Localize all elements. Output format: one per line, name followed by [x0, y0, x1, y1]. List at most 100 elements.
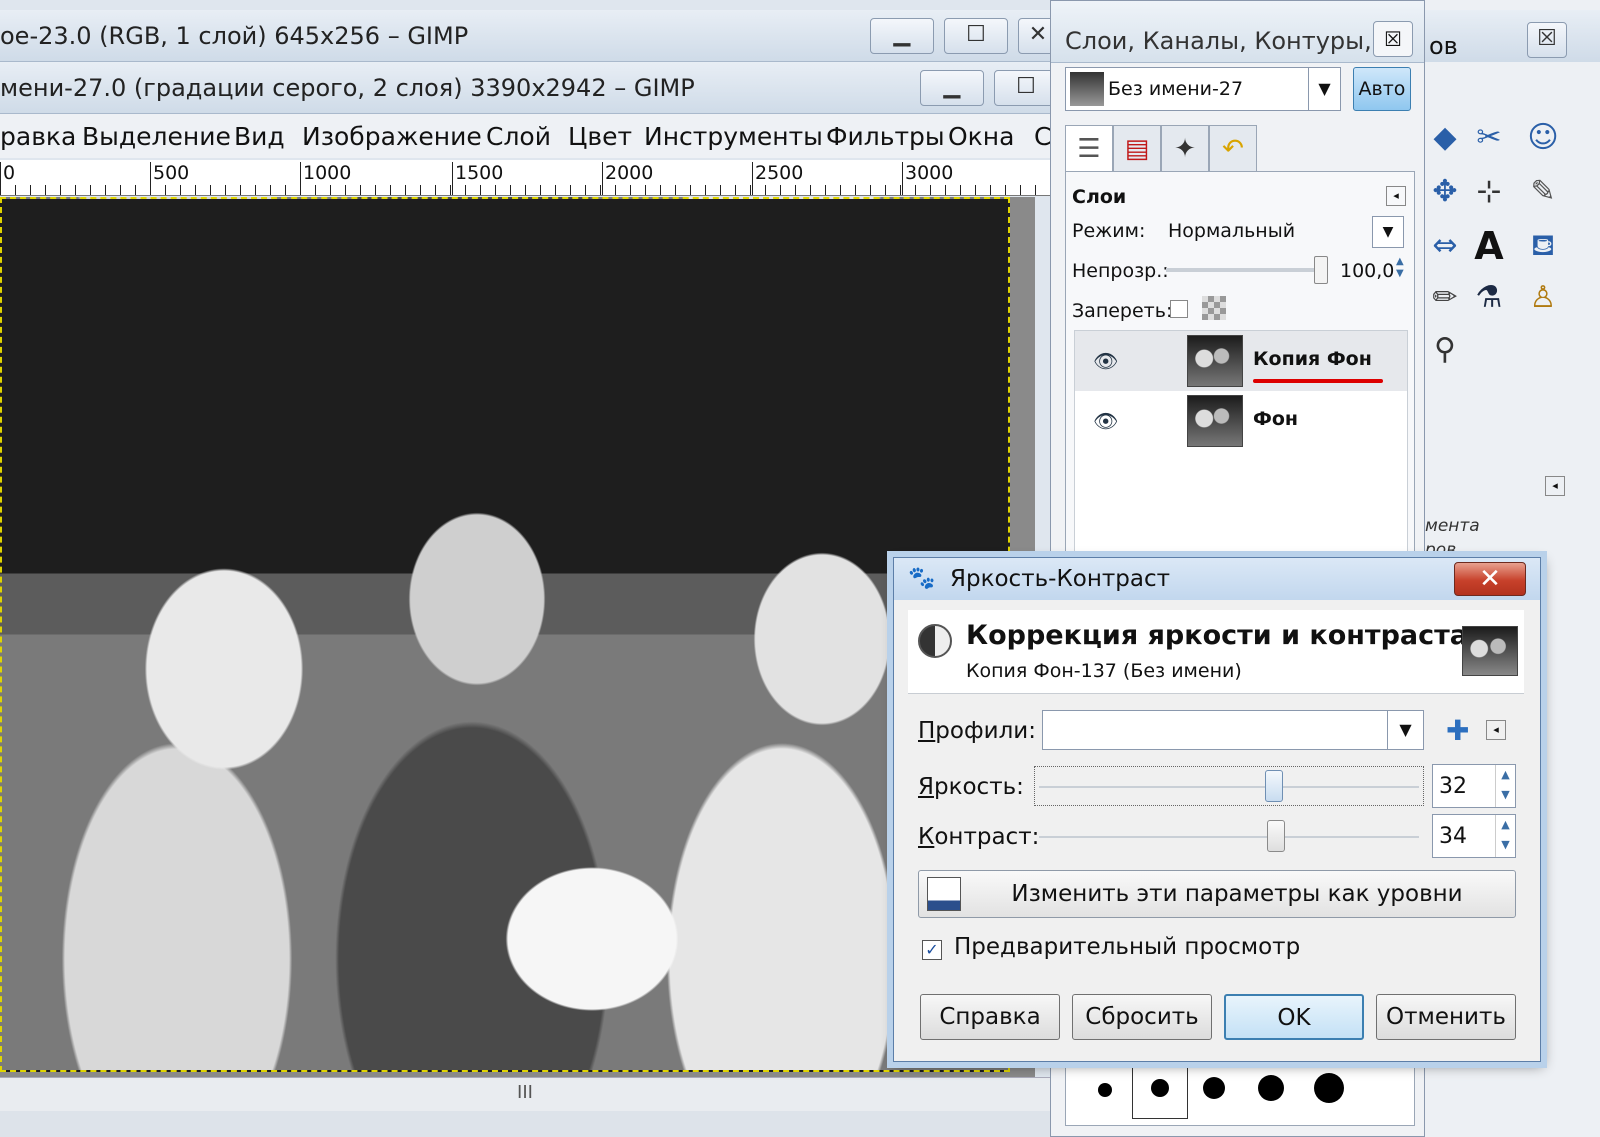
eye-icon[interactable]: 👁 — [1093, 409, 1118, 433]
spin-arrows[interactable]: ▲ ▼ — [1495, 765, 1515, 807]
flip-icon[interactable]: ⇔ — [1425, 226, 1465, 266]
toolbox-options-menu-arrow[interactable]: ◂ — [1545, 476, 1565, 496]
toolbox-close-button[interactable]: ☒ — [1527, 22, 1567, 58]
pencil-icon[interactable]: ✏ — [1425, 278, 1465, 318]
main-maximize-button[interactable]: ☐ — [994, 70, 1055, 106]
auto-button[interactable]: Авто — [1353, 67, 1411, 111]
chevron-down-icon[interactable]: ▼ — [1387, 711, 1423, 749]
brush-dot[interactable] — [1151, 1079, 1169, 1097]
opacity-value[interactable]: 100,0 — [1340, 260, 1394, 282]
menu-windows[interactable]: Окна — [948, 122, 1014, 151]
crop-icon[interactable]: ✎ — [1523, 172, 1563, 212]
lock-pixels-checkbox[interactable] — [1170, 300, 1188, 318]
opacity-slider[interactable] — [1166, 268, 1324, 272]
scroll-grip[interactable]: III — [517, 1082, 533, 1103]
move-icon[interactable]: ✥ — [1425, 172, 1465, 212]
preview-label[interactable]: Предварительный просмотр — [954, 934, 1300, 960]
ink-icon[interactable]: ⚗ — [1469, 278, 1509, 318]
clone-stamp-icon[interactable]: ♙ — [1523, 278, 1563, 318]
dock-close-button[interactable]: ☒ — [1373, 21, 1413, 57]
opacity-label: Непрозр.: — [1072, 260, 1169, 282]
menu-image[interactable]: Изображение — [302, 122, 482, 151]
add-profile-icon[interactable]: ✚ — [1446, 714, 1469, 747]
menu-view[interactable]: Вид — [234, 122, 285, 151]
main-minimize-button[interactable]: ▁ — [920, 70, 984, 106]
contrast-label: Контраст: — [918, 824, 1040, 850]
layer-name: Фон — [1253, 408, 1299, 430]
tab-undo[interactable]: ↶ — [1209, 125, 1257, 173]
cancel-button[interactable]: Отменить — [1376, 994, 1516, 1040]
reset-button[interactable]: Сбросить — [1072, 994, 1212, 1040]
image-selector[interactable]: Без имени-27 ▼ — [1065, 67, 1341, 111]
tab-paths[interactable]: ✦ — [1161, 125, 1209, 173]
scissors-icon[interactable]: ✂ — [1469, 118, 1509, 158]
horizontal-ruler[interactable]: 0 500 1000 1500 2000 2500 3000 — [0, 160, 1075, 196]
spin-arrows[interactable]: ▲ ▼ — [1495, 815, 1515, 857]
ruler-label: 3000 — [902, 162, 953, 195]
red-underline-annotation — [1253, 379, 1383, 383]
dialog-close-button[interactable]: ✕ — [1454, 562, 1526, 596]
brush-dot[interactable] — [1098, 1083, 1112, 1097]
chevron-down-icon[interactable]: ▼ — [1308, 68, 1340, 110]
toolbox-title: ов — [1429, 32, 1458, 60]
layer-list: 👁 Копия Фон 👁 Фон — [1074, 330, 1408, 566]
back-window-titlebar: ое-23.0 (RGB, 1 слой) 645x256 – GIMP ▁ ☐… — [0, 10, 1055, 62]
brightness-spinbox[interactable]: 32 ▲ ▼ — [1432, 764, 1516, 808]
fuzzy-select-icon[interactable]: ◆ — [1425, 118, 1465, 158]
contrast-slider[interactable] — [1034, 816, 1424, 856]
ok-button[interactable]: OK — [1224, 994, 1364, 1040]
layer-row-copy[interactable]: 👁 Копия Фон — [1075, 331, 1407, 391]
contrast-slider-handle[interactable] — [1267, 820, 1285, 852]
foreground-select-icon[interactable]: ☺ — [1523, 118, 1563, 158]
panel-menu-arrow[interactable]: ◂ — [1386, 186, 1406, 206]
tab-channels[interactable]: ▤ — [1113, 125, 1161, 173]
mode-dropdown-arrow[interactable]: ▼ — [1372, 216, 1404, 248]
help-button[interactable]: Справка — [920, 994, 1060, 1040]
back-maximize-button[interactable]: ☐ — [944, 18, 1008, 54]
mode-value[interactable]: Нормальный — [1168, 220, 1295, 242]
brightness-slider[interactable] — [1034, 766, 1424, 806]
menu-colors[interactable]: Цвет — [568, 122, 632, 151]
dialog-title: Яркость-Контраст — [950, 566, 1171, 592]
menu-edit[interactable]: равка — [0, 122, 76, 151]
menu-tools[interactable]: Инструменты — [644, 122, 823, 151]
brightness-slider-handle[interactable] — [1265, 770, 1283, 802]
image-canvas[interactable] — [0, 197, 1035, 1077]
layer-preview-thumbnail — [1462, 626, 1518, 676]
preview-checkbox[interactable]: ✓ — [922, 940, 942, 960]
layer-row-background[interactable]: 👁 Фон — [1075, 391, 1407, 451]
eye-icon[interactable]: 👁 — [1093, 349, 1118, 373]
photo-children-grayscale[interactable] — [0, 197, 1010, 1072]
brightness-slider-line — [1039, 786, 1419, 788]
brush-dot[interactable] — [1203, 1077, 1225, 1099]
contrast-spinbox[interactable]: 34 ▲ ▼ — [1432, 814, 1516, 858]
menu-layer[interactable]: Слой — [486, 122, 551, 151]
bucket-fill-icon[interactable]: ⛾ — [1523, 226, 1563, 266]
contrast-value[interactable]: 34 — [1439, 824, 1467, 849]
dock-tabs: ☰ ▤ ✦ ↶ — [1065, 125, 1265, 173]
brightness-value[interactable]: 32 — [1439, 774, 1467, 799]
opacity-spin-arrows[interactable]: ▲ ▼ — [1396, 256, 1404, 280]
profiles-label-rest: рофили: — [935, 718, 1036, 744]
smudge-icon[interactable]: ⚲ — [1425, 330, 1465, 370]
edit-as-levels-button[interactable]: Изменить эти параметры как уровни — [918, 870, 1516, 918]
menu-filters[interactable]: Фильтры — [826, 122, 945, 151]
brush-dot[interactable] — [1258, 1075, 1284, 1101]
menu-select[interactable]: Выделение — [82, 122, 231, 151]
main-window-titlebar: мени-27.0 (градации серого, 2 слоя) 3390… — [0, 62, 1055, 114]
ruler-label: 0 — [0, 162, 15, 195]
opacity-slider-handle[interactable] — [1314, 256, 1328, 284]
align-icon[interactable]: ⊹ — [1469, 172, 1509, 212]
profiles-menu-arrow[interactable]: ◂ — [1486, 720, 1506, 740]
tab-layers[interactable]: ☰ — [1065, 125, 1113, 173]
status-bar — [0, 1111, 1050, 1137]
horizontal-scrollbar[interactable]: III — [0, 1077, 1050, 1111]
brush-dot[interactable] — [1314, 1073, 1344, 1103]
dock-title: Слои, Каналы, Контуры, ... — [1065, 27, 1403, 55]
lock-alpha-icon[interactable] — [1202, 296, 1226, 320]
text-tool-icon[interactable]: A — [1469, 226, 1509, 266]
brightness-contrast-dialog: 🐾 Яркость-Контраст ✕ Коррекция яркости и… — [893, 557, 1541, 1062]
profiles-select[interactable]: ▼ — [1042, 710, 1424, 750]
layer-name: Копия Фон — [1253, 348, 1372, 370]
back-minimize-button[interactable]: ▁ — [870, 18, 934, 54]
